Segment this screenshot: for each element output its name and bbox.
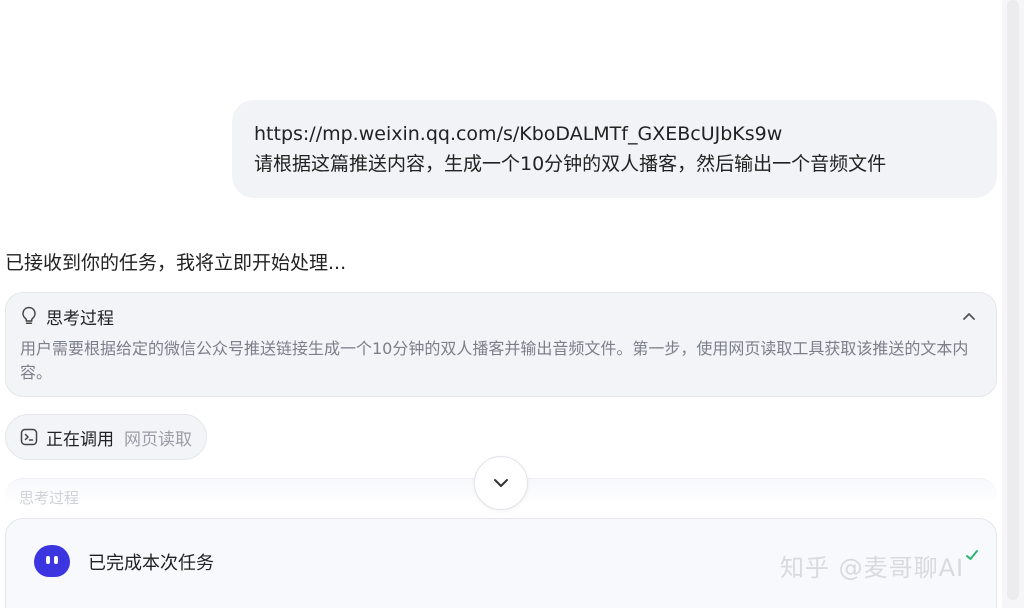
thinking-process-header[interactable]: 思考过程 — [20, 303, 982, 329]
assistant-intro-text: 已接收到你的任务，我将立即开始处理... — [5, 252, 347, 274]
terminal-icon — [20, 428, 38, 446]
chevron-up-icon[interactable] — [962, 311, 976, 321]
tool-call-status: 正在调用 — [46, 429, 114, 450]
scrollbar-thumb[interactable] — [1007, 0, 1019, 600]
thinking-process-label: 思考过程 — [46, 308, 114, 329]
user-message-bubble: https://mp.weixin.qq.com/s/KboDALMTf_GXE… — [232, 100, 997, 198]
chevron-down-icon — [494, 479, 508, 487]
user-message-url[interactable]: https://mp.weixin.qq.com/s/KboDALMTf_GXE… — [254, 119, 975, 149]
assistant-avatar — [34, 545, 70, 577]
thinking-process-text: 用户需要根据给定的微信公众号推送链接生成一个10分钟的双人播客并输出音频文件。第… — [20, 339, 969, 382]
tool-call-name: 网页读取 — [124, 429, 192, 450]
tool-call-pill[interactable]: 正在调用 网页读取 — [5, 414, 207, 460]
thinking-process-panel: 思考过程 用户需要根据给定的微信公众号推送链接生成一个10分钟的双人播客并输出音… — [5, 292, 997, 397]
lightbulb-icon — [20, 306, 38, 326]
user-message-request: 请根据这篇推送内容，生成一个10分钟的双人播客，然后输出一个音频文件 — [254, 153, 887, 175]
check-icon — [964, 547, 980, 567]
scroll-to-bottom-button[interactable] — [474, 456, 528, 510]
watermark: 知乎 @麦哥聊AI — [780, 554, 965, 582]
faded-thinking-label: 思考过程 — [19, 489, 80, 507]
task-complete-text: 已完成本次任务 — [88, 553, 214, 574]
scrollbar-track[interactable] — [1002, 0, 1024, 608]
